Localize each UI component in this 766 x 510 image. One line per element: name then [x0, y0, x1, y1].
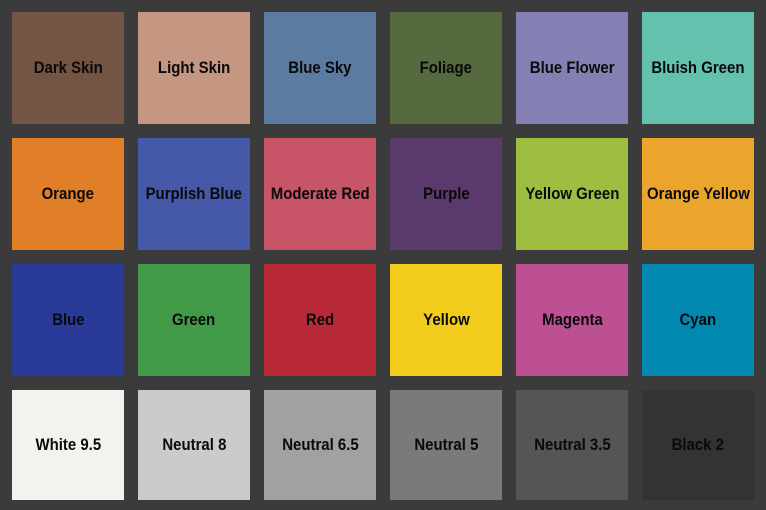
color-patch-foliage: Foliage [390, 12, 502, 124]
color-patch-orange: Orange [12, 138, 124, 250]
patch-label: Foliage [419, 58, 473, 77]
color-checker-grid: Dark Skin Light Skin Blue Sky Foliage Blue F… [12, 12, 754, 500]
patch-label: Neutral 6.5 [281, 435, 359, 454]
color-patch-blue-flower: Blue Flower [516, 12, 628, 124]
patch-label: Green [172, 310, 216, 329]
patch-label: Orange Yellow [646, 184, 750, 203]
patch-label: Dark Skin [33, 58, 103, 77]
color-patch-purple: Purple [390, 138, 502, 250]
patch-label: Blue Flower [529, 58, 615, 77]
patch-label: Yellow [422, 310, 470, 329]
color-patch-blue-sky: Blue Sky [264, 12, 376, 124]
patch-label: Neutral 3.5 [533, 435, 611, 454]
patch-label: Moderate Red [270, 184, 370, 203]
patch-label: Cyan [679, 310, 717, 329]
patch-label: Purple [422, 184, 470, 203]
color-patch-neutral-3-5: Neutral 3.5 [516, 390, 628, 500]
patch-label: Yellow Green [525, 184, 619, 203]
patch-label: Black 2 [671, 435, 725, 454]
color-patch-bluish-green: Bluish Green [642, 12, 754, 124]
color-patch-cyan: Cyan [642, 264, 754, 376]
color-patch-magenta: Magenta [516, 264, 628, 376]
patch-label: Bluish Green [651, 58, 745, 77]
color-patch-black-2: Black 2 [642, 390, 754, 500]
patch-label: Blue [51, 310, 85, 329]
color-patch-moderate-red: Moderate Red [264, 138, 376, 250]
color-patch-blue: Blue [12, 264, 124, 376]
patch-label: White 9.5 [35, 435, 101, 454]
color-patch-purplish-blue: Purplish Blue [138, 138, 250, 250]
patch-label: Blue Sky [288, 58, 352, 77]
patch-label: Neutral 8 [161, 435, 227, 454]
patch-label: Orange [41, 184, 95, 203]
color-patch-dark-skin: Dark Skin [12, 12, 124, 124]
color-patch-neutral-8: Neutral 8 [138, 390, 250, 500]
color-patch-light-skin: Light Skin [138, 12, 250, 124]
color-patch-neutral-6-5: Neutral 6.5 [264, 390, 376, 500]
color-patch-red: Red [264, 264, 376, 376]
color-patch-yellow: Yellow [390, 264, 502, 376]
patch-label: Red [305, 310, 335, 329]
color-patch-green: Green [138, 264, 250, 376]
color-patch-white-9-5: White 9.5 [12, 390, 124, 500]
patch-label: Magenta [541, 310, 603, 329]
patch-label: Neutral 5 [413, 435, 479, 454]
color-patch-neutral-5: Neutral 5 [390, 390, 502, 500]
color-patch-orange-yellow: Orange Yellow [642, 138, 754, 250]
color-patch-yellow-green: Yellow Green [516, 138, 628, 250]
patch-label: Light Skin [157, 58, 231, 77]
patch-label: Purplish Blue [145, 184, 243, 203]
